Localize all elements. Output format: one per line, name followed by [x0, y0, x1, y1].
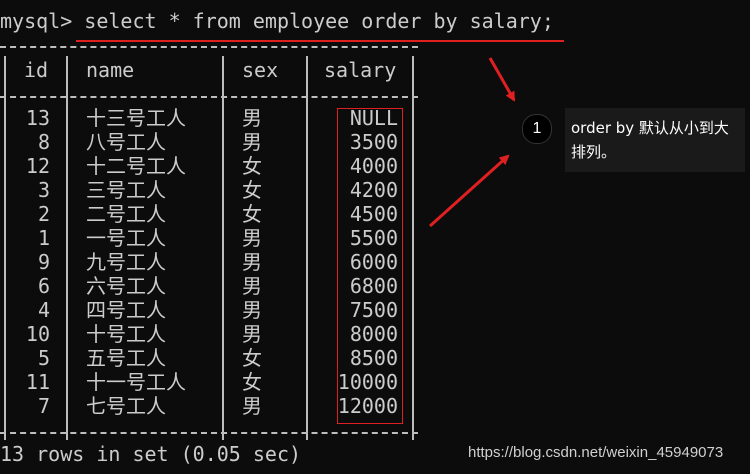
annotation-note-text: order by 默认从小到大排列。 [571, 119, 729, 161]
annotation-note: order by 默认从小到大排列。 [565, 108, 745, 172]
arrow-to-badge-bottom [428, 154, 510, 228]
annotation-arrows [428, 57, 516, 228]
arrow-to-badge-top [488, 57, 516, 102]
annotation-badge: 1 [522, 114, 552, 144]
watermark: https://blog.csdn.net/weixin_45949073 [468, 444, 724, 461]
